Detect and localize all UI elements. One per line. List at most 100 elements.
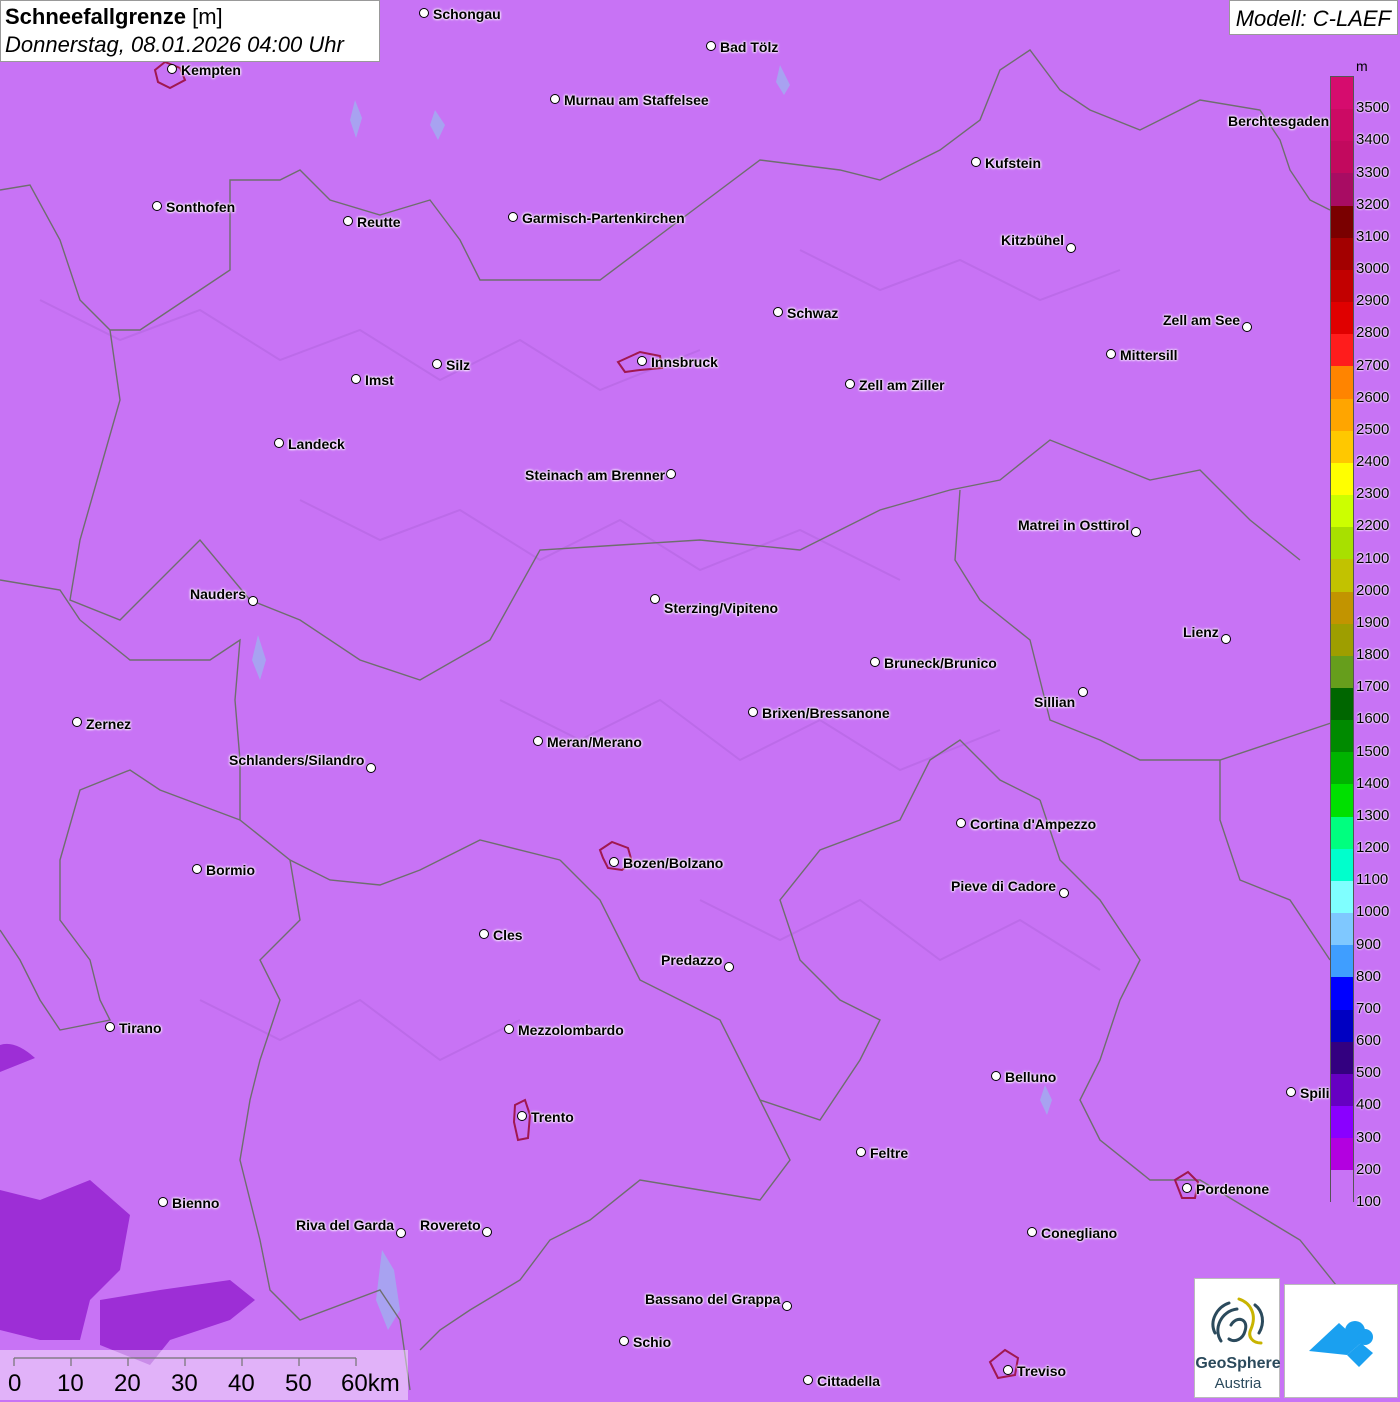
legend-level-label: 3000 [1356,260,1390,278]
city-label: Brixen/Bressanone [762,705,890,721]
logo-name-line1: GeoSphere [1195,1355,1281,1372]
city-label: Rovereto [420,1217,481,1233]
city-marker [508,212,518,222]
legend-level-label: 500 [1356,1064,1382,1082]
city-label: Riva del Garda [296,1217,395,1233]
city-marker [192,864,202,874]
legend-level-label: 2900 [1356,292,1390,310]
city-marker [504,1024,514,1034]
legend-swatch [1331,623,1353,656]
city-marker [782,1301,792,1311]
city-marker [1003,1365,1013,1375]
city-label: Zernez [86,716,132,732]
app-logo[interactable] [1284,1284,1398,1398]
legend-swatch [1331,462,1353,496]
legend-swatch [1331,945,1353,978]
scale-label: 60km [341,1370,400,1397]
city-label: Sillian [1034,694,1076,710]
legend-swatch [1331,495,1353,528]
city-label: Matrei in Osttirol [1018,517,1130,533]
city-label: Bruneck/Brunico [884,655,997,671]
legend-swatch [1331,109,1353,142]
city-label: Pieve di Cadore [951,878,1057,894]
legend-swatch [1331,77,1353,110]
city-marker [1242,322,1252,332]
city-marker [1078,687,1088,697]
city-marker [803,1375,813,1385]
city-marker [773,307,783,317]
legend-swatch [1331,1009,1353,1042]
city-label: Pordenone [1196,1181,1270,1197]
city-marker [1182,1183,1192,1193]
city-label: Zell am Ziller [859,377,945,393]
city-marker [533,736,543,746]
city-label: Kufstein [985,155,1041,171]
legend-swatch [1331,720,1353,753]
legend-level-label: 1500 [1356,742,1390,760]
legend-swatch [1331,1106,1353,1139]
scale-label: 10 [57,1370,84,1397]
geosphere-mark-icon [1211,1297,1264,1345]
city-marker [856,1147,866,1157]
city-marker [351,374,361,384]
legend-swatch [1331,816,1353,849]
legend-swatch [1331,269,1353,303]
map-datetime: Donnerstag, 08.01.2026 04:00 Uhr [5,32,344,57]
legend-level-label: 2400 [1356,453,1390,471]
city-marker [956,818,966,828]
logo-name-line2: Austria [1214,1375,1262,1392]
city-marker [158,1197,168,1207]
city-marker [366,763,376,773]
legend-level-label: 2100 [1356,549,1390,567]
city-marker [517,1111,527,1121]
city-label: Conegliano [1041,1225,1118,1241]
city-marker [1027,1227,1037,1237]
city-marker [550,94,560,104]
legend-level-label: 3200 [1356,195,1390,213]
legend-swatch [1331,913,1353,946]
legend-swatch [1331,880,1353,914]
city-marker [1131,527,1141,537]
legend-level-label: 1700 [1356,678,1390,696]
legend-colorbar [1330,76,1354,1203]
city-label: Feltre [870,1145,909,1161]
legend-level-label: 2200 [1356,517,1390,535]
city-label: Mezzolombardo [518,1022,624,1038]
city-label: Kempten [181,62,241,78]
city-marker [274,438,284,448]
map-title: Schneefallgrenze [m] [5,4,223,29]
city-label: Sonthofen [166,199,236,215]
geosphere-logo[interactable]: GeoSphere Austria [1194,1278,1281,1398]
scale-label: 0 [8,1370,22,1397]
legend-unit: m [1356,58,1368,74]
legend-swatch [1331,237,1353,270]
city-label: Bad Tölz [720,39,779,55]
city-marker [343,216,353,226]
legend-swatch [1331,1170,1353,1203]
scale-label: 50 [285,1370,312,1397]
legend-level-label: 1800 [1356,646,1390,664]
legend-swatch [1331,141,1353,174]
legend-level-label: 400 [1356,1096,1382,1114]
color-legend: m 3500 3400 3300 3200 3100 3000 2900 2800 2700 26… [1328,56,1400,1210]
legend-swatch [1331,430,1353,463]
city-marker [619,1336,629,1346]
city-marker [1066,243,1076,253]
legend-level-label: 3300 [1356,163,1390,181]
legend-level-label: 1000 [1356,903,1390,921]
legend-level-label: 1400 [1356,774,1390,792]
city-marker [748,707,758,717]
city-label: Bassano del Grappa [645,1291,781,1307]
city-marker [482,1227,492,1237]
city-marker [666,469,676,479]
city-label: Murnau am Staffelsee [564,92,709,108]
scale-bar: 0 10 20 30 40 50 60km [0,1350,408,1400]
app-cloud-arrow-icon [1309,1321,1373,1367]
city-label: Garmisch-Partenkirchen [522,210,685,226]
city-marker [105,1022,115,1032]
city-label: Bienno [172,1195,220,1211]
legend-swatch [1331,366,1353,399]
legend-swatch [1331,1138,1353,1171]
city-label: Treviso [1017,1363,1067,1379]
legend-level-label: 900 [1356,935,1382,953]
